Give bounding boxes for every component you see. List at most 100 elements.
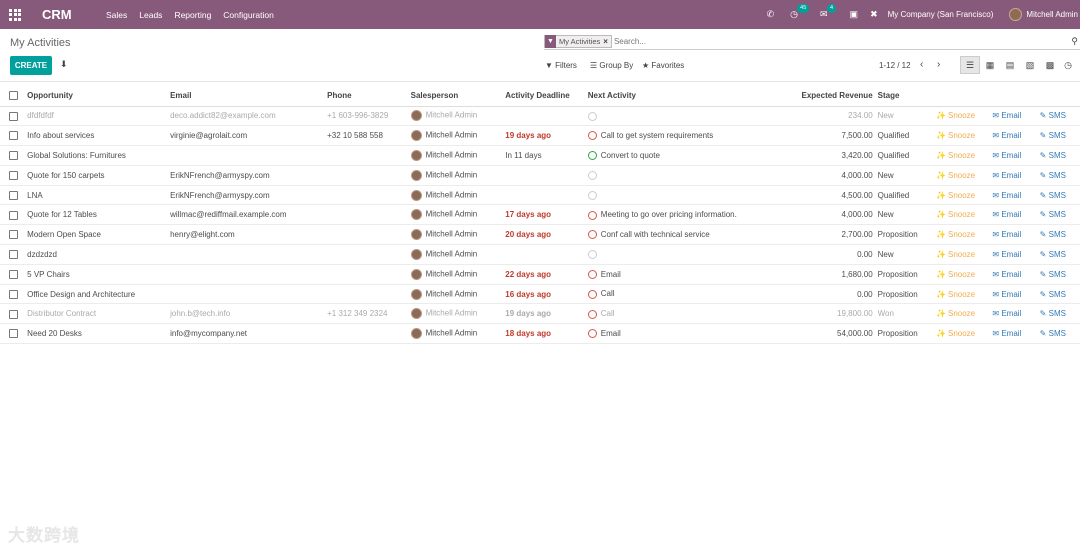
- table-row[interactable]: Quote for 150 carpets ErikNFrench@armyspy…: [0, 165, 1080, 186]
- column-salesperson[interactable]: Salesperson: [410, 86, 506, 107]
- row-checkbox[interactable]: [0, 323, 28, 345]
- menu-item-sales[interactable]: Sales: [106, 10, 127, 20]
- table-row[interactable]: LNA ErikNFrench@armyspy.com Mitchell Admin…: [0, 185, 1080, 206]
- row-checkbox[interactable]: [0, 264, 28, 285]
- snooze-button[interactable]: ✨ Snooze: [936, 323, 993, 345]
- table-row[interactable]: Need 20 Desks info@mycompany.net Mitchell …: [0, 323, 1080, 345]
- gift-icon[interactable]: ▣: [850, 9, 859, 20]
- snooze-button[interactable]: ✨ Snooze: [936, 125, 993, 147]
- activity-status-icon[interactable]: [587, 269, 597, 279]
- menu-item-configuration[interactable]: Configuration: [223, 10, 274, 20]
- sms-button[interactable]: ✎ SMS: [1039, 284, 1080, 305]
- calendar-view-icon[interactable]: ▩: [1040, 56, 1060, 74]
- sms-button[interactable]: ✎ SMS: [1039, 145, 1080, 166]
- row-checkbox[interactable]: [0, 145, 28, 166]
- table-row[interactable]: 5 VP Chairs Mitchell Admin 22 days ago Emai…: [0, 264, 1080, 285]
- email-button[interactable]: ✉ Email: [992, 145, 1040, 166]
- activity-status-icon[interactable]: [587, 230, 597, 240]
- pager-value[interactable]: 1-12 / 12: [879, 61, 911, 70]
- table-row[interactable]: Info about services virginie@agrolait.com…: [0, 125, 1080, 147]
- row-checkbox[interactable]: [0, 244, 28, 265]
- download-icon[interactable]: ⬇: [60, 59, 68, 70]
- snooze-button[interactable]: ✨ Snooze: [936, 264, 993, 285]
- row-checkbox[interactable]: [0, 224, 28, 246]
- snooze-button[interactable]: ✨ Snooze: [936, 303, 993, 325]
- column-phone[interactable]: Phone: [327, 86, 411, 107]
- chat-icon[interactable]: ✉ 4: [820, 4, 837, 20]
- chevron-left-icon[interactable]: ‹: [920, 59, 923, 70]
- activity-status-icon[interactable]: [587, 151, 597, 161]
- email-button[interactable]: ✉ Email: [992, 303, 1040, 325]
- company-switcher[interactable]: My Company (San Francisco): [888, 10, 994, 19]
- column-activity-deadline[interactable]: Activity Deadline: [505, 86, 588, 107]
- email-button[interactable]: ✉ Email: [992, 284, 1040, 305]
- sms-button[interactable]: ✎ SMS: [1039, 323, 1080, 345]
- email-button[interactable]: ✉ Email: [992, 125, 1040, 147]
- column-next-activity[interactable]: Next Activity: [587, 86, 790, 107]
- user-avatar[interactable]: [1009, 8, 1023, 21]
- menu-item-reporting[interactable]: Reporting: [174, 10, 211, 20]
- email-button[interactable]: ✉ Email: [992, 204, 1040, 226]
- activity-status-icon[interactable]: [587, 289, 597, 299]
- row-checkbox[interactable]: [0, 165, 28, 186]
- email-button[interactable]: ✉ Email: [992, 165, 1040, 186]
- activity-status-icon[interactable]: [587, 111, 597, 121]
- column-stage[interactable]: Stage: [877, 86, 937, 107]
- email-button[interactable]: ✉ Email: [992, 106, 1040, 127]
- favorites-button[interactable]: ★ Favorites: [642, 61, 684, 70]
- table-row[interactable]: dzdzdzd Mitchell Admin 0.00 New ✨ Snooze ✉ Ema…: [0, 244, 1080, 265]
- activity-view-icon[interactable]: ◷: [1058, 56, 1078, 74]
- sms-button[interactable]: ✎ SMS: [1039, 244, 1080, 265]
- column-email[interactable]: Email: [170, 86, 328, 107]
- table-row[interactable]: dfdfdfdf deco.addict82@example.com +1 603-…: [0, 106, 1080, 127]
- menu-item-leads[interactable]: Leads: [139, 10, 162, 20]
- sms-button[interactable]: ✎ SMS: [1039, 125, 1080, 147]
- row-checkbox[interactable]: [0, 106, 28, 127]
- create-button[interactable]: CREATE: [10, 56, 52, 75]
- table-row[interactable]: Modern Open Space henry@elight.com Mitchel…: [0, 224, 1080, 246]
- activity-status-icon[interactable]: [587, 210, 597, 220]
- sms-button[interactable]: ✎ SMS: [1039, 165, 1080, 186]
- row-checkbox[interactable]: [0, 185, 28, 206]
- graph-view-icon[interactable]: ▤: [1000, 56, 1020, 74]
- row-checkbox[interactable]: [0, 125, 28, 147]
- activity-status-icon[interactable]: [587, 329, 597, 339]
- email-button[interactable]: ✉ Email: [992, 323, 1040, 345]
- select-all-checkbox[interactable]: [0, 86, 28, 107]
- row-checkbox[interactable]: [0, 204, 28, 226]
- email-button[interactable]: ✉ Email: [992, 185, 1040, 206]
- email-button[interactable]: ✉ Email: [992, 224, 1040, 246]
- sms-button[interactable]: ✎ SMS: [1039, 303, 1080, 325]
- snooze-button[interactable]: ✨ Snooze: [936, 224, 993, 246]
- sms-button[interactable]: ✎ SMS: [1039, 224, 1080, 246]
- snooze-button[interactable]: ✨ Snooze: [936, 106, 993, 127]
- search-icon[interactable]: ⚲: [1071, 36, 1078, 47]
- activity-status-icon[interactable]: [587, 309, 597, 319]
- groupby-button[interactable]: ☰ Group By: [590, 61, 633, 70]
- snooze-button[interactable]: ✨ Snooze: [936, 204, 993, 226]
- apps-grid-icon[interactable]: [0, 0, 30, 29]
- snooze-button[interactable]: ✨ Snooze: [936, 244, 993, 265]
- activity-clock-icon[interactable]: ◷ 45: [790, 4, 810, 20]
- chevron-right-icon[interactable]: ›: [937, 59, 940, 70]
- sms-button[interactable]: ✎ SMS: [1039, 264, 1080, 285]
- table-row[interactable]: Global Solutions: Furnitures Mitchell Adm…: [0, 145, 1080, 166]
- kanban-view-icon[interactable]: ▦: [980, 56, 1000, 74]
- activity-status-icon[interactable]: [587, 250, 597, 260]
- pivot-view-icon[interactable]: ▧: [1020, 56, 1040, 74]
- table-row[interactable]: Quote for 12 Tables willmac@rediffmail.ex…: [0, 204, 1080, 226]
- email-button[interactable]: ✉ Email: [992, 264, 1040, 285]
- row-checkbox[interactable]: [0, 284, 28, 305]
- row-checkbox[interactable]: [0, 303, 28, 325]
- sms-button[interactable]: ✎ SMS: [1039, 204, 1080, 226]
- sms-button[interactable]: ✎ SMS: [1039, 106, 1080, 127]
- activity-status-icon[interactable]: [587, 170, 597, 180]
- app-title[interactable]: CRM: [42, 7, 92, 22]
- phone-icon[interactable]: ✆: [767, 9, 775, 20]
- filters-button[interactable]: ▼ Filters: [545, 61, 577, 70]
- column-opportunity[interactable]: Opportunity: [27, 86, 171, 107]
- search-input[interactable]: [613, 37, 1054, 46]
- activity-status-icon[interactable]: [587, 190, 597, 200]
- snooze-button[interactable]: ✨ Snooze: [936, 145, 993, 166]
- tools-icon[interactable]: ✖: [870, 9, 878, 20]
